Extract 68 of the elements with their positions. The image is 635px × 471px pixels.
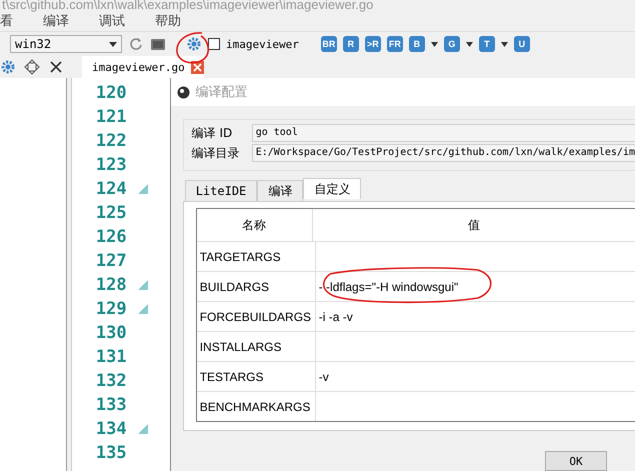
field-label: 编译目录 bbox=[192, 144, 241, 162]
settings-icon[interactable] bbox=[0, 59, 16, 75]
target-select[interactable]: win32 bbox=[10, 35, 122, 54]
line-number: 126 bbox=[96, 227, 128, 247]
ok-button[interactable]: OK bbox=[545, 451, 607, 471]
close-icon[interactable] bbox=[190, 60, 204, 74]
fold-marker-icon[interactable] bbox=[138, 280, 148, 290]
line-number: 121 bbox=[96, 107, 128, 127]
line-number: 127 bbox=[96, 251, 128, 271]
settings-icon[interactable] bbox=[186, 36, 202, 52]
line-number: 135 bbox=[96, 443, 128, 463]
caret-icon[interactable] bbox=[500, 42, 508, 47]
build-button[interactable]: R bbox=[342, 36, 359, 52]
table-cell: TARGETARGS bbox=[196, 242, 316, 271]
caret-icon[interactable] bbox=[430, 42, 438, 47]
fold-marker-icon[interactable] bbox=[138, 304, 148, 314]
build-button[interactable]: G bbox=[444, 36, 460, 52]
line-number: 128 bbox=[96, 275, 128, 295]
input-field[interactable]: go tool bbox=[252, 124, 635, 142]
build-button[interactable]: U bbox=[514, 36, 530, 52]
table-cell[interactable]: - -ldflags="-H windowsgui" bbox=[316, 272, 635, 301]
tab[interactable]: LiteIDE bbox=[184, 180, 258, 201]
line-number: 131 bbox=[96, 347, 128, 367]
build-button[interactable]: FR bbox=[386, 36, 403, 52]
line-number: 120 bbox=[96, 83, 128, 103]
terminal-icon[interactable] bbox=[150, 36, 166, 52]
table-cell: BENCHMARKARGS bbox=[196, 392, 316, 421]
build-button[interactable]: BR bbox=[320, 36, 337, 52]
table-cell: TESTARGS bbox=[196, 362, 316, 391]
table-cell: INSTALLARGS bbox=[196, 332, 316, 361]
close-icon[interactable] bbox=[48, 59, 64, 75]
menu-item[interactable]: 帮助 bbox=[155, 12, 181, 30]
caret-icon[interactable] bbox=[466, 42, 473, 47]
tab[interactable]: 自定义 bbox=[303, 178, 362, 199]
app-icon bbox=[176, 86, 190, 98]
menu-item[interactable]: 调试 bbox=[99, 12, 125, 30]
build-button[interactable]: T bbox=[478, 36, 495, 52]
editor-tab[interactable]: imageviewer.go bbox=[82, 56, 204, 78]
caret-icon[interactable] bbox=[109, 42, 117, 47]
menu-item[interactable]: 看 bbox=[0, 12, 13, 30]
input-field[interactable]: E:/Workspace/Go/TestProject/src/github.com/lxn/walk/examples/im bbox=[252, 144, 635, 162]
column-header: 名称 bbox=[196, 209, 313, 241]
line-number: 129 bbox=[96, 299, 128, 319]
line-number: 132 bbox=[96, 371, 128, 391]
table-cell[interactable]: -v bbox=[316, 362, 635, 391]
dialog-title: 编译配置 bbox=[196, 84, 248, 101]
table-cell: FORCEBUILDARGS bbox=[196, 302, 316, 331]
line-number: 133 bbox=[96, 395, 128, 415]
move-icon[interactable] bbox=[24, 59, 40, 75]
line-number: 122 bbox=[96, 131, 128, 151]
refresh-icon[interactable] bbox=[128, 36, 144, 52]
table-cell[interactable]: -i -a -v bbox=[316, 302, 635, 331]
project-label: imageviewer bbox=[226, 38, 299, 51]
build-button[interactable]: B bbox=[408, 36, 425, 52]
table-cell: BUILDARGS bbox=[196, 272, 316, 301]
project-checkbox[interactable] bbox=[208, 38, 220, 50]
fold-marker-icon[interactable] bbox=[138, 424, 148, 434]
column-header: 值 bbox=[466, 216, 481, 234]
line-number: 125 bbox=[96, 203, 128, 223]
tab[interactable]: 编译 bbox=[257, 180, 304, 201]
fold-marker-icon[interactable] bbox=[138, 184, 148, 194]
field-label: 编译 ID bbox=[192, 124, 234, 142]
line-number: 130 bbox=[96, 323, 128, 343]
build-button[interactable]: >R bbox=[364, 36, 381, 52]
line-number: 123 bbox=[96, 155, 128, 175]
line-number: 124 bbox=[96, 179, 128, 199]
line-number: 134 bbox=[96, 419, 128, 439]
menu-item[interactable]: 编译 bbox=[43, 12, 69, 30]
